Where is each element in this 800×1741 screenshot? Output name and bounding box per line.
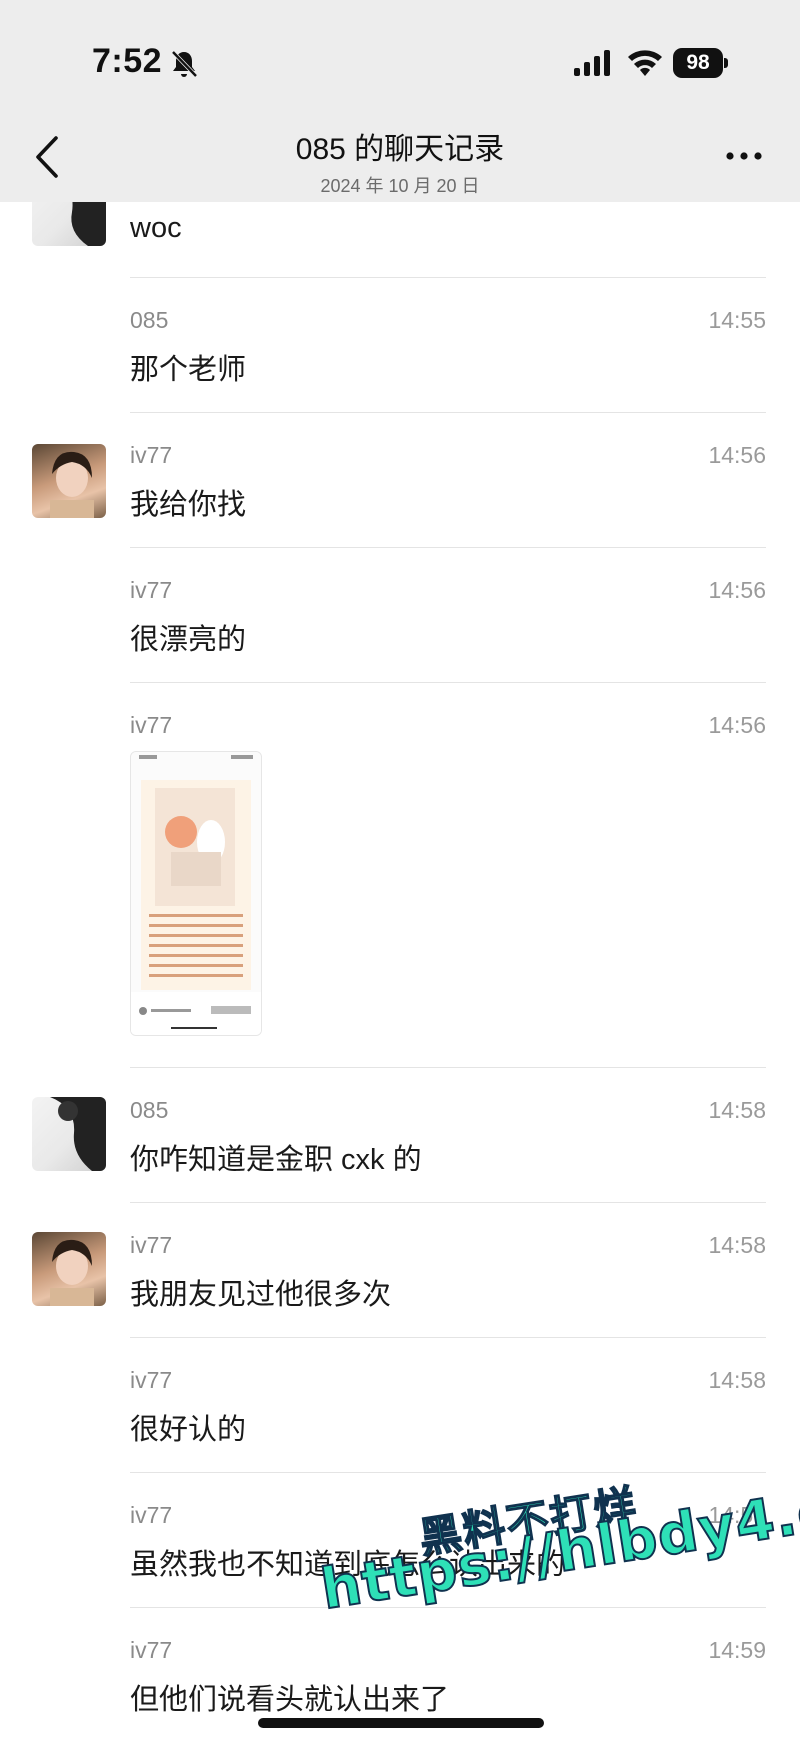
avatar[interactable] — [32, 1232, 106, 1306]
page-title: 085 的聊天记录 — [295, 133, 505, 166]
divider — [130, 1607, 766, 1608]
message-text: 那个老师 — [130, 354, 247, 386]
battery-level: 98 — [673, 48, 723, 78]
message-time: 14:58 — [708, 1232, 766, 1258]
divider — [130, 1472, 766, 1473]
divider — [130, 1202, 766, 1203]
message-time: 14:58 — [708, 1097, 766, 1123]
sender-name: iv77 — [130, 1637, 173, 1663]
message-time: 14:59 — [708, 1637, 766, 1663]
message-text: 很漂亮的 — [130, 624, 247, 656]
message-text: 很好认的 — [130, 1414, 247, 1446]
chat-history-header: 7:52 98 085 的聊天记录 2024 年 10 月 20 日 — [0, 0, 800, 202]
page-subtitle: 2024 年 10 月 20 日 — [320, 176, 480, 196]
message-time: 14:56 — [708, 442, 766, 468]
message-text: 我给你找 — [130, 489, 247, 521]
message-text: 但他们说看头就认出来了 — [130, 1684, 450, 1716]
sender-name: iv77 — [130, 1367, 173, 1393]
sender-name: 085 — [130, 1097, 169, 1123]
message-text: 我朋友见过他很多次 — [130, 1279, 392, 1311]
title-block: 085 的聊天记录 2024 年 10 月 20 日 — [0, 124, 800, 198]
divider — [130, 547, 766, 548]
sender-name: iv77 — [130, 712, 173, 738]
message-text: woc — [130, 212, 182, 244]
message-time: 14:56 — [708, 712, 766, 738]
sender-name: 085 — [130, 307, 169, 333]
message-time: 14:56 — [708, 577, 766, 603]
divider — [130, 412, 766, 413]
bell-slash-icon — [171, 50, 198, 78]
divider — [130, 682, 766, 683]
divider — [130, 277, 766, 278]
battery-icon: 98 — [673, 48, 729, 78]
sender-name: iv77 — [130, 577, 173, 603]
message-time: 14:58 — [708, 1367, 766, 1393]
sender-name: iv77 — [130, 1502, 173, 1528]
cellular-signal-icon — [574, 50, 610, 76]
divider — [130, 1337, 766, 1338]
sender-name: iv77 — [130, 1232, 173, 1258]
more-dots-icon[interactable] — [724, 148, 764, 164]
home-indicator[interactable] — [258, 1718, 544, 1728]
divider — [130, 1067, 766, 1068]
wifi-icon — [628, 50, 662, 76]
avatar[interactable] — [32, 1097, 106, 1171]
message-text: 你咋知道是金职 cxk 的 — [130, 1144, 422, 1176]
message-time: 14:55 — [708, 307, 766, 333]
avatar[interactable] — [32, 444, 106, 518]
status-time: 7:52 — [92, 42, 163, 80]
sender-name: iv77 — [130, 442, 173, 468]
image-message-thumbnail[interactable] — [130, 751, 262, 1036]
